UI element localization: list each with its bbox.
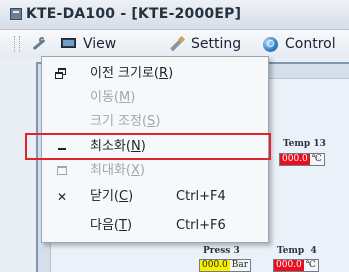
highlight-box <box>25 133 271 160</box>
title-bar: KTE-DA100 - [KTE-2000EP] <box>0 0 349 30</box>
menu-item-size: 크기 조정(S) <box>42 111 268 135</box>
menu-item-close-shortcut: Ctrl+F4 <box>176 189 226 204</box>
menu-control[interactable]: Control <box>262 33 336 55</box>
temp4-value: 000.0 <box>274 260 304 271</box>
menu-setting[interactable]: Setting <box>168 33 241 55</box>
menu-item-next-label: 다음(T) <box>90 218 133 233</box>
menu-view[interactable]: View <box>60 33 116 55</box>
menu-control-label: Control <box>285 36 336 52</box>
temp13-value: 000.0 <box>280 154 310 165</box>
press3-unit: Bar <box>231 260 249 270</box>
press3-readout: 000.0 Bar <box>199 259 251 272</box>
close-icon: ✕ <box>56 190 68 204</box>
app-icon[interactable] <box>10 8 22 20</box>
menu-item-restore-label: 이전 크기로(R) <box>90 66 174 81</box>
menu-item-restore[interactable]: 이전 크기로(R) <box>42 63 268 87</box>
temp13-label: Temp 13 <box>283 139 326 149</box>
toolbar-grip[interactable] <box>14 36 20 52</box>
temp13-unit: ℃ <box>311 154 322 164</box>
wrench-menu-button[interactable] <box>30 33 53 55</box>
menu-item-close[interactable]: ✕ 닫기(C) Ctrl+F4 <box>42 186 268 210</box>
menu-setting-label: Setting <box>191 36 242 52</box>
window-title: KTE-DA100 - [KTE-2000EP] <box>26 6 242 22</box>
temp4-unit: ℃ <box>305 260 316 270</box>
globe-icon <box>262 36 280 52</box>
menu-item-next-shortcut: Ctrl+F6 <box>176 218 226 233</box>
menu-bar: View Setting Control <box>0 30 349 59</box>
menu-item-close-label: 닫기(C) <box>90 189 134 204</box>
temp4-readout: 000.0 ℃ <box>273 259 319 272</box>
menu-item-size-label: 크기 조정(S) <box>90 114 161 129</box>
menu-view-label: View <box>83 36 117 52</box>
menu-item-move-label: 이동(M) <box>90 90 136 105</box>
restore-icon <box>54 66 70 82</box>
maximize-icon <box>54 163 70 179</box>
menu-item-maximize-label: 최대화(X) <box>90 163 145 178</box>
menu-item-next[interactable]: 다음(T) Ctrl+F6 <box>42 215 268 239</box>
menu-item-maximize: 최대화(X) <box>42 160 268 184</box>
temp4-label: Temp 4 <box>277 246 317 256</box>
wrench-icon <box>30 36 48 52</box>
monitor-icon <box>60 36 78 52</box>
menu-item-move: 이동(M) <box>42 87 268 111</box>
temp13-readout: 000.0 ℃ <box>279 153 325 166</box>
press3-label: Press 3 <box>203 246 240 256</box>
pencil-icon <box>168 36 186 52</box>
press3-value: 000.0 <box>200 260 230 271</box>
